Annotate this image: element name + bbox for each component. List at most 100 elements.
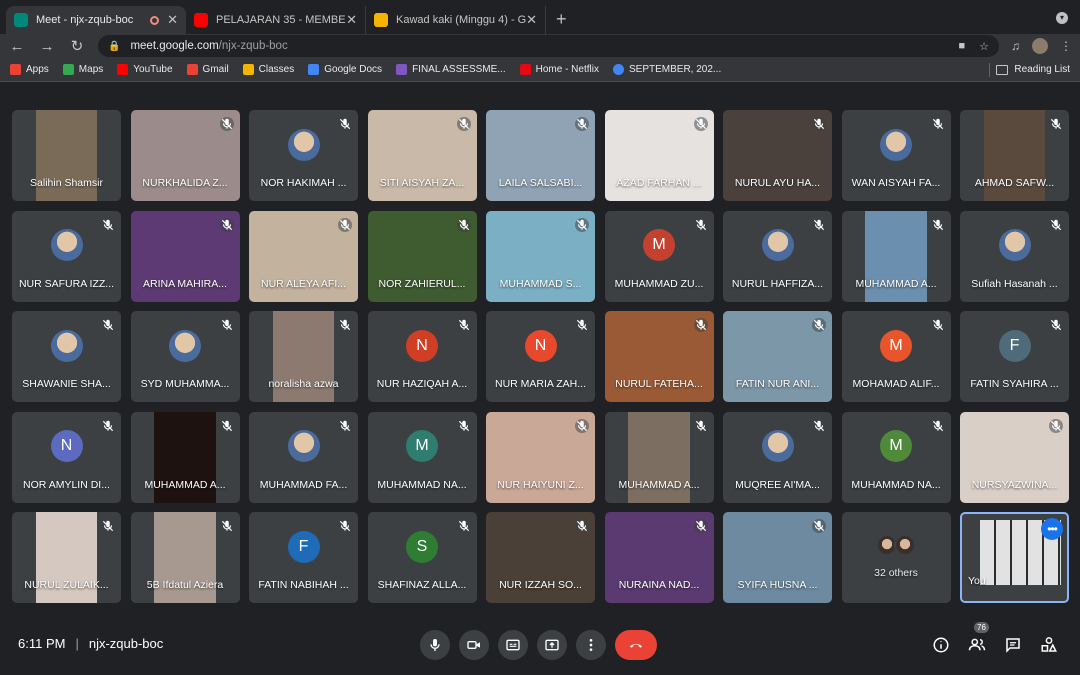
participant-tile[interactable]: S SHAFINAZ ALLA...	[367, 512, 477, 603]
participant-tile[interactable]: AHMAD SAFW...	[960, 110, 1069, 201]
bookmark-google-docs[interactable]: Google Docs	[308, 64, 382, 75]
close-tab-icon[interactable]: ✕	[526, 12, 537, 28]
mic-off-icon	[575, 318, 589, 332]
bookmark-star-icon[interactable]: ☆	[979, 40, 989, 53]
new-tab-button[interactable]: +	[556, 9, 567, 30]
participant-tile[interactable]: NURAINA NAD...	[604, 512, 714, 603]
participant-tile[interactable]: N NUR HAZIQAH A...	[367, 311, 477, 402]
participant-tile[interactable]: MUHAMMAD A...	[130, 411, 240, 503]
tab-meet[interactable]: Meet - njx-zqub-boc ✕	[6, 6, 186, 34]
participant-tile[interactable]: noralisha azwa	[249, 311, 358, 402]
reading-list-button[interactable]: Reading List	[1014, 64, 1070, 75]
participant-tile[interactable]: NURKHALIDA Z...	[130, 110, 240, 201]
recording-icon	[150, 15, 160, 25]
back-arrow-icon[interactable]: ←	[8, 38, 26, 55]
close-tab-icon[interactable]: ✕	[346, 12, 357, 28]
participant-tile[interactable]: N NOR AMYLIN DI...	[12, 411, 121, 503]
participant-tile[interactable]: ARINA MAHIRA...	[130, 210, 240, 302]
participant-tile[interactable]: NURUL ZULAIK...	[12, 512, 121, 603]
docs-icon	[308, 64, 320, 75]
lock-icon[interactable]: 🔒	[108, 41, 120, 52]
tile-options-button[interactable]: •••	[1041, 518, 1063, 540]
camera-in-use-icon[interactable]: ■	[958, 40, 965, 53]
reload-icon[interactable]: ↻	[68, 37, 86, 55]
participant-tile[interactable]: F FATIN NABIHAH ...	[249, 512, 358, 603]
others-tile[interactable]: 32 others	[841, 512, 951, 603]
mic-off-icon	[693, 318, 708, 332]
participant-tile[interactable]: NUR HAIYUNI Z...	[486, 411, 595, 503]
participant-name: NUR HAZIQAH A...	[376, 378, 468, 390]
hang-up-icon	[630, 643, 642, 648]
participant-tile[interactable]: MUHAMMAD A...	[841, 210, 951, 302]
participant-tile[interactable]: NOR HAKIMAH ...	[249, 110, 358, 201]
camera-button[interactable]	[459, 630, 489, 660]
participant-tile[interactable]: SITI AISYAH ZA...	[367, 110, 477, 201]
participant-tile[interactable]: NURUL FATEHA...	[604, 311, 714, 402]
mic-off-icon	[575, 418, 589, 433]
participant-tile[interactable]: Sufiah Hasanah ...	[960, 210, 1069, 302]
participant-tile[interactable]: F FATIN SYAHIRA ...	[960, 311, 1069, 402]
participant-tile[interactable]: LAILA SALSABI...	[486, 110, 595, 201]
bookmark-maps[interactable]: Maps	[62, 64, 103, 75]
participant-tile[interactable]: MUHAMMAD A...	[604, 411, 714, 503]
participant-tile[interactable]: N NUR MARIA ZAH...	[486, 311, 595, 402]
participant-tile[interactable]: MUQREE AI'MA...	[723, 411, 832, 503]
participant-tile[interactable]: Salihin Shamsir	[12, 110, 121, 201]
present-screen-button[interactable]	[537, 630, 567, 660]
participant-tile[interactable]: NOR ZAHIERUL...	[367, 210, 477, 302]
leave-call-button[interactable]	[615, 630, 657, 660]
media-controls-icon[interactable]: ♫	[1011, 39, 1020, 53]
participant-tile[interactable]: AZAD FARHAN ...	[604, 110, 714, 201]
participant-tile[interactable]: NUR IZZAH SO...	[486, 512, 595, 603]
chat-button[interactable]	[1004, 636, 1022, 654]
participant-tile[interactable]: SHAWANIE SHA...	[12, 311, 121, 402]
self-view-tile[interactable]: ••• You	[960, 512, 1069, 603]
participant-tile[interactable]: SYD MUHAMMA...	[130, 311, 240, 402]
participant-tile[interactable]: MUHAMMAD S...	[486, 210, 595, 302]
bookmark-gmail[interactable]: Gmail	[186, 64, 229, 75]
participant-tile[interactable]: NURSYAZWINA...	[960, 411, 1069, 503]
bookmark-youtube[interactable]: YouTube	[117, 64, 173, 75]
bookmarks-bar: Apps Maps YouTube Gmail Classes Google D…	[0, 58, 1080, 82]
address-bar[interactable]: 🔒 meet.google.com/njx-zqub-boc ■ ☆	[98, 35, 999, 57]
camera-icon	[467, 641, 480, 649]
tab-youtube[interactable]: PELAJARAN 35 - MEMBERI HO ✕	[186, 6, 366, 34]
participant-tile[interactable]: SYIFA HUSNA ...	[723, 512, 832, 603]
participant-tile[interactable]: NURUL AYU HA...	[723, 110, 832, 201]
participant-tile[interactable]: M MOHAMAD ALIF...	[841, 311, 951, 402]
tab-search-icon[interactable]: ▾	[1056, 12, 1068, 24]
participant-tile[interactable]: M MUHAMMAD NA...	[367, 411, 477, 503]
bookmark-final-assessment[interactable]: FINAL ASSESSME...	[396, 64, 506, 75]
divider	[989, 62, 991, 77]
participant-tile[interactable]: NURUL HAFFIZA...	[723, 210, 832, 302]
participant-tile[interactable]: FATIN NUR ANI...	[723, 311, 832, 402]
activities-button[interactable]	[1040, 636, 1058, 654]
meeting-details-button[interactable]	[932, 636, 950, 654]
participant-tile[interactable]: M MUHAMMAD NA...	[841, 411, 951, 503]
avatar: M	[880, 430, 912, 463]
forward-arrow-icon[interactable]: →	[38, 38, 56, 55]
chrome-menu-icon[interactable]: ⋮	[1060, 39, 1072, 53]
close-tab-icon[interactable]: ✕	[167, 12, 178, 28]
participant-tile[interactable]: 5B Ifdatul Aziera	[130, 512, 240, 603]
bookmark-classes[interactable]: Classes	[242, 64, 294, 75]
bookmark-netflix[interactable]: Home - Netflix	[519, 64, 599, 75]
participant-name: LAILA SALSABI...	[498, 177, 583, 189]
more-options-button[interactable]	[576, 630, 606, 660]
participant-tile[interactable]: NUR ALEYA AFI...	[249, 210, 358, 302]
people-button[interactable]: 76	[968, 622, 989, 654]
participant-name: MUHAMMAD A...	[618, 478, 700, 491]
bookmark-september[interactable]: SEPTEMBER, 202...	[612, 64, 721, 75]
captions-button[interactable]	[498, 630, 528, 660]
profile-avatar[interactable]	[1032, 38, 1048, 54]
microphone-button[interactable]	[420, 630, 450, 660]
avatar: F	[287, 530, 320, 563]
participant-tile[interactable]: MUHAMMAD FA...	[249, 411, 358, 503]
present-icon	[545, 639, 559, 651]
participant-tile[interactable]: M MUHAMMAD ZU...	[604, 210, 714, 302]
tab-slides[interactable]: Kawad kaki (Minggu 4) - Goog ✕	[366, 6, 546, 34]
bookmark-apps[interactable]: Apps	[10, 64, 49, 75]
mic-off-icon	[101, 419, 115, 433]
participant-tile[interactable]: WAN AISYAH FA...	[841, 110, 951, 201]
participant-tile[interactable]: NUR SAFURA IZZ...	[12, 210, 121, 302]
